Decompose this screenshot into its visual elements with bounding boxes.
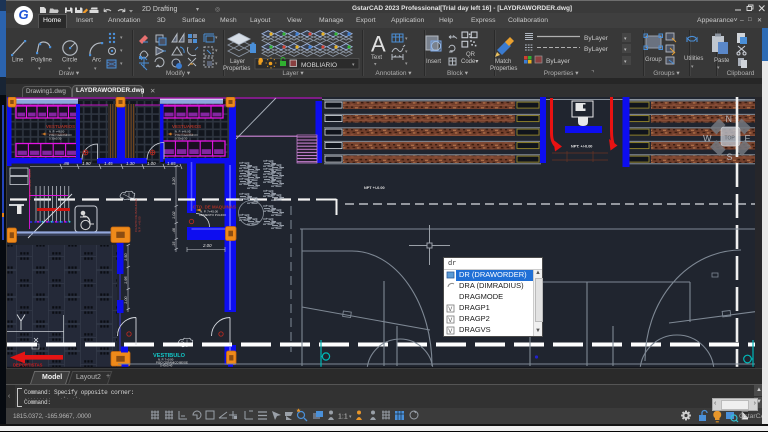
svg-text:▾: ▾ bbox=[405, 36, 408, 42]
svg-text:N.P. +46.00: N.P. +46.00 bbox=[138, 216, 142, 232]
svg-text:CUARTO ELECTRICO: CUARTO ELECTRICO bbox=[28, 169, 32, 200]
svg-text:Layer: Layer bbox=[230, 59, 245, 65]
svg-text:ByLayer: ByLayer bbox=[546, 58, 571, 65]
svg-text:0.30x0.30: 0.30x0.30 bbox=[49, 137, 62, 141]
svg-text:ByLayer: ByLayer bbox=[584, 46, 609, 53]
svg-text:VESTUARIOS: VESTUARIOS bbox=[172, 124, 201, 129]
svg-text:▾: ▾ bbox=[374, 62, 377, 68]
svg-text:▾: ▾ bbox=[349, 414, 352, 420]
svg-text:1.45: 1.45 bbox=[104, 161, 113, 166]
svg-text:V: V bbox=[448, 307, 452, 313]
svg-text:W: W bbox=[703, 134, 712, 144]
svg-text:1:1: 1:1 bbox=[338, 414, 348, 421]
svg-text:▾: ▾ bbox=[120, 35, 123, 41]
svg-text:1.50: 1.50 bbox=[123, 253, 128, 261]
svg-text:Circle: Circle bbox=[62, 58, 78, 64]
svg-text:1.65: 1.65 bbox=[167, 161, 176, 166]
svg-text:V: V bbox=[448, 318, 452, 324]
svg-text:▾: ▾ bbox=[215, 48, 218, 54]
svg-text:N: N bbox=[726, 114, 733, 124]
svg-text:3.20: 3.20 bbox=[171, 177, 176, 185]
svg-text:Text: Text bbox=[371, 55, 382, 61]
svg-text:▾: ▾ bbox=[405, 61, 408, 67]
svg-text:MOBLIARIO: MOBLIARIO bbox=[301, 62, 337, 69]
svg-text:▾: ▾ bbox=[717, 65, 720, 71]
svg-text:VESTUARIOS: VESTUARIOS bbox=[46, 124, 75, 129]
svg-text:Paste: Paste bbox=[714, 58, 730, 64]
svg-text:Group: Group bbox=[645, 57, 662, 63]
svg-text:▾: ▾ bbox=[68, 66, 71, 72]
svg-text:ByLayer: ByLayer bbox=[584, 35, 609, 42]
svg-text:Line: Line bbox=[12, 58, 24, 64]
svg-text:Properties: Properties bbox=[490, 66, 517, 72]
svg-text:1.95: 1.95 bbox=[123, 276, 128, 284]
svg-text:▾: ▾ bbox=[120, 48, 123, 54]
svg-text:Insert: Insert bbox=[426, 59, 441, 65]
svg-text:▾: ▾ bbox=[691, 64, 694, 70]
svg-text:Polyline: Polyline bbox=[31, 58, 53, 64]
svg-text:▾: ▾ bbox=[120, 61, 123, 67]
svg-text:E: E bbox=[745, 134, 751, 144]
svg-text:.86: .86 bbox=[63, 161, 70, 166]
svg-text:1.00: 1.00 bbox=[123, 296, 128, 304]
svg-text:CEMENTO PULIDO: CEMENTO PULIDO bbox=[199, 213, 227, 217]
svg-text:NPT +/-0.00: NPT +/-0.00 bbox=[364, 186, 385, 190]
svg-text:Code▾: Code▾ bbox=[461, 59, 478, 65]
svg-text:Arc: Arc bbox=[92, 58, 101, 64]
svg-text:▾: ▾ bbox=[215, 35, 218, 41]
svg-text:V: V bbox=[448, 329, 452, 335]
svg-text:1.02: 1.02 bbox=[171, 211, 176, 219]
svg-text:DEPORTISTAS: DEPORTISTAS bbox=[13, 363, 43, 368]
svg-text:▾: ▾ bbox=[38, 66, 41, 72]
svg-text:1.30: 1.30 bbox=[126, 161, 135, 166]
svg-text:2.00: 2.00 bbox=[202, 243, 212, 248]
svg-text:S: S bbox=[727, 152, 733, 162]
svg-text:▾: ▾ bbox=[94, 66, 97, 72]
svg-text:.15: .15 bbox=[171, 241, 176, 247]
svg-text:QR: QR bbox=[466, 52, 476, 58]
svg-text:1.00: 1.00 bbox=[147, 161, 156, 166]
svg-text:.46: .46 bbox=[171, 227, 176, 233]
svg-text:▾: ▾ bbox=[215, 61, 218, 67]
svg-text:1.90: 1.90 bbox=[82, 161, 91, 166]
svg-text:NPT: +/-0.00: NPT: +/-0.00 bbox=[571, 145, 592, 149]
svg-text:Match: Match bbox=[495, 59, 511, 65]
svg-text:▾: ▾ bbox=[405, 49, 408, 55]
svg-text:Utilities: Utilities bbox=[684, 56, 703, 62]
svg-text:TOP: TOP bbox=[725, 136, 736, 142]
svg-text:Properties: Properties bbox=[223, 66, 250, 72]
svg-text:A: A bbox=[371, 32, 386, 57]
svg-text:0.30x0.30: 0.30x0.30 bbox=[175, 137, 188, 141]
